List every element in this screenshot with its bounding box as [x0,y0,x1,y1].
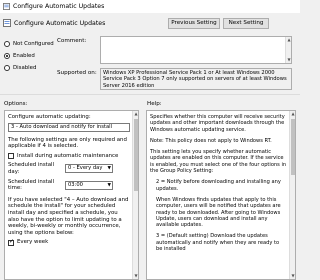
install-time-label: Scheduled install time: [8,178,55,192]
radio-not-configured[interactable]: Not Configured [4,40,54,48]
supported-on-text: Windows XP Professional Service Pack 1 o… [103,70,287,89]
configure-updating-label: Configure automatic updating: [8,114,91,120]
scroll-down-icon[interactable]: ▼ [133,273,138,279]
radio-button[interactable] [4,53,10,59]
help-paragraph: Specifies whether this computer will rec… [150,114,285,133]
help-paragraph: 2 = Notify before downloading and instal… [156,179,281,192]
radio-enabled[interactable]: Enabled [4,52,35,60]
every-week-checkbox[interactable] [8,239,14,246]
radio-button[interactable] [4,65,10,71]
install-maintenance-label: Install during automatic maintenance [17,152,119,159]
install-day-label: Scheduled install day: [8,162,55,175]
scroll-thumb[interactable] [134,119,138,191]
radio-button[interactable] [4,41,10,47]
next-setting-button[interactable]: Next Setting [223,18,269,29]
radio-disabled[interactable]: Disabled [4,64,36,72]
section-divider [0,94,300,95]
install-maintenance-row[interactable]: Install during automatic maintenance [8,153,130,160]
weekly-options-description: If you have selected "4 – Auto download … [8,196,129,236]
help-pane: Specifies whether this computer will rec… [146,110,296,280]
every-week-label: Every week [17,239,49,246]
radio-label: Enabled [13,53,35,59]
help-scrollbar[interactable]: ▲ ▼ [289,111,295,279]
window-titlebar: Configure Automatic Updates [0,0,300,13]
help-paragraph: 3 = (Default setting) Download the updat… [156,233,280,253]
policy-icon [3,19,11,27]
install-day-select[interactable]: 0 - Every day ▼ [65,164,113,174]
help-paragraph: When Windows finds updates that apply to… [156,196,281,229]
previous-setting-button[interactable]: Previous Setting [168,18,220,29]
install-time-select[interactable]: 03:00 ▼ [65,180,113,190]
setting-title: Configure Automatic Updates [14,20,106,27]
install-maintenance-checkbox[interactable] [8,153,14,160]
scroll-up-icon[interactable]: ▲ [286,37,292,43]
supported-on-label: Supported on: [57,70,97,76]
comment-scrollbar[interactable]: ▲ ▼ [285,37,291,63]
chevron-down-icon: ▼ [107,166,111,172]
options-note: The following settings are only required… [8,136,127,150]
chevron-down-icon: ▼ [107,182,111,188]
radio-label: Not Configured [13,41,54,47]
supported-on-box: Windows XP Professional Service Pack 1 o… [100,68,292,90]
comment-field[interactable]: ▲ ▼ [100,36,292,64]
options-pane[interactable]: Configure automatic updating: 3 - Auto d… [4,110,139,280]
scroll-thumb[interactable] [291,119,295,175]
radio-label: Disabled [13,65,37,71]
options-label: Options: [4,101,28,107]
help-paragraph: Note: This policy does not apply to Wind… [150,137,272,144]
comment-label: Comment: [57,38,87,44]
help-paragraph: This setting lets you specify whether au… [150,149,287,175]
every-week-row[interactable]: Every week [8,239,130,246]
help-label: Help: [147,101,162,107]
options-scrollbar[interactable]: ▲ ▼ [132,111,138,279]
window-title: Configure Automatic Updates [13,3,105,10]
scroll-down-icon[interactable]: ▼ [290,273,295,279]
configure-updating-select[interactable]: 3 - Auto download and notify for install [8,122,130,132]
policy-icon [3,3,10,10]
scroll-down-icon[interactable]: ▼ [286,57,292,63]
scroll-up-icon[interactable]: ▲ [290,111,295,117]
scroll-up-icon[interactable]: ▲ [133,111,138,117]
